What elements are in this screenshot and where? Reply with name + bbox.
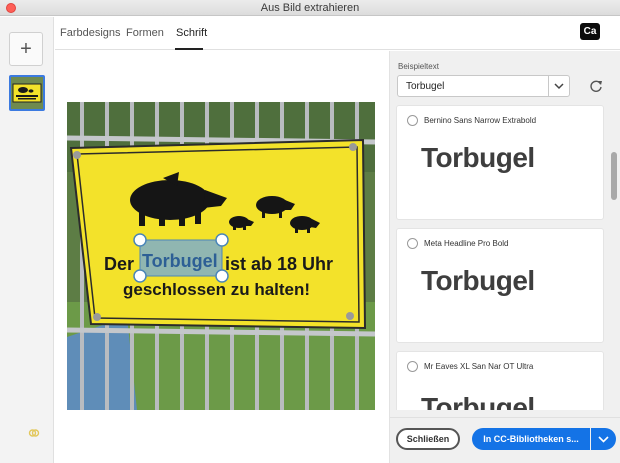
close-button[interactable]: Schließen — [396, 428, 460, 450]
source-image[interactable]: Der Torbugel ist ab 18 Uhr geschlossen z… — [67, 102, 375, 410]
sample-text-value: Torbugel — [406, 81, 445, 92]
tab-farbdesigns[interactable]: Farbdesigns — [60, 27, 121, 39]
sample-text-label: Beispieltext — [398, 62, 439, 71]
tab-formen[interactable]: Formen — [126, 27, 164, 39]
font-card[interactable]: Mr Eaves XL San Nar OT Ultra Torbugel — [396, 351, 604, 410]
font-name: Meta Headline Pro Bold — [424, 239, 509, 248]
dropdown-button[interactable] — [548, 76, 569, 96]
radio-icon[interactable] — [407, 238, 418, 249]
tab-schrift[interactable]: Schrift — [176, 27, 207, 39]
creative-cloud-icon[interactable] — [28, 427, 40, 439]
selection-handle-br — [215, 269, 229, 283]
font-list: Bernino Sans Narrow Extrabold Torbugel M… — [396, 105, 604, 410]
selection-handle-bl — [133, 269, 147, 283]
image-thumbnail[interactable] — [9, 75, 45, 111]
font-sample: Torbugel — [421, 142, 535, 173]
sign-line1-rest: ist ab 18 Uhr — [225, 254, 333, 274]
app-logo: Ca — [580, 23, 600, 40]
chevron-down-icon — [598, 436, 609, 443]
save-to-libraries-button[interactable]: In CC-Bibliotheken s... — [472, 428, 590, 450]
tab-bar: Farbdesigns Formen Schrift Ca — [55, 17, 620, 50]
font-sample: Torbugel — [421, 392, 535, 410]
sign-word-der: Der — [104, 254, 134, 274]
left-rail: + — [0, 17, 54, 463]
radio-icon[interactable] — [407, 115, 418, 126]
scrollbar[interactable] — [611, 152, 617, 200]
radio-icon[interactable] — [407, 361, 418, 372]
sign-selected-word: Torbugel — [142, 251, 218, 271]
window-title: Aus Bild extrahieren — [260, 2, 360, 14]
panel-footer: Schließen In CC-Bibliotheken s... — [390, 417, 620, 463]
font-sample: Torbugel — [421, 265, 535, 296]
selection-handle-tl — [133, 233, 147, 247]
font-card[interactable]: Bernino Sans Narrow Extrabold Torbugel — [396, 105, 604, 220]
font-name: Bernino Sans Narrow Extrabold — [424, 116, 537, 125]
chevron-down-icon — [554, 83, 564, 90]
thumbnail-image — [11, 77, 43, 109]
selection-handle-tr — [215, 233, 229, 247]
sign-line2: geschlossen zu halten! — [123, 280, 310, 299]
font-panel: Beispieltext Torbugel Bernino Sans Narro… — [389, 51, 620, 463]
save-options-button[interactable] — [591, 428, 616, 450]
font-card[interactable]: Meta Headline Pro Bold Torbugel — [396, 228, 604, 343]
add-image-button[interactable]: + — [9, 32, 43, 66]
title-bar: Aus Bild extrahieren — [0, 0, 620, 16]
image-canvas: Der Torbugel ist ab 18 Uhr geschlossen z… — [55, 51, 389, 463]
refresh-icon[interactable] — [588, 78, 604, 94]
sample-text-dropdown[interactable]: Torbugel — [397, 75, 570, 97]
font-name: Mr Eaves XL San Nar OT Ultra — [424, 362, 534, 371]
active-tab-indicator — [175, 48, 203, 50]
